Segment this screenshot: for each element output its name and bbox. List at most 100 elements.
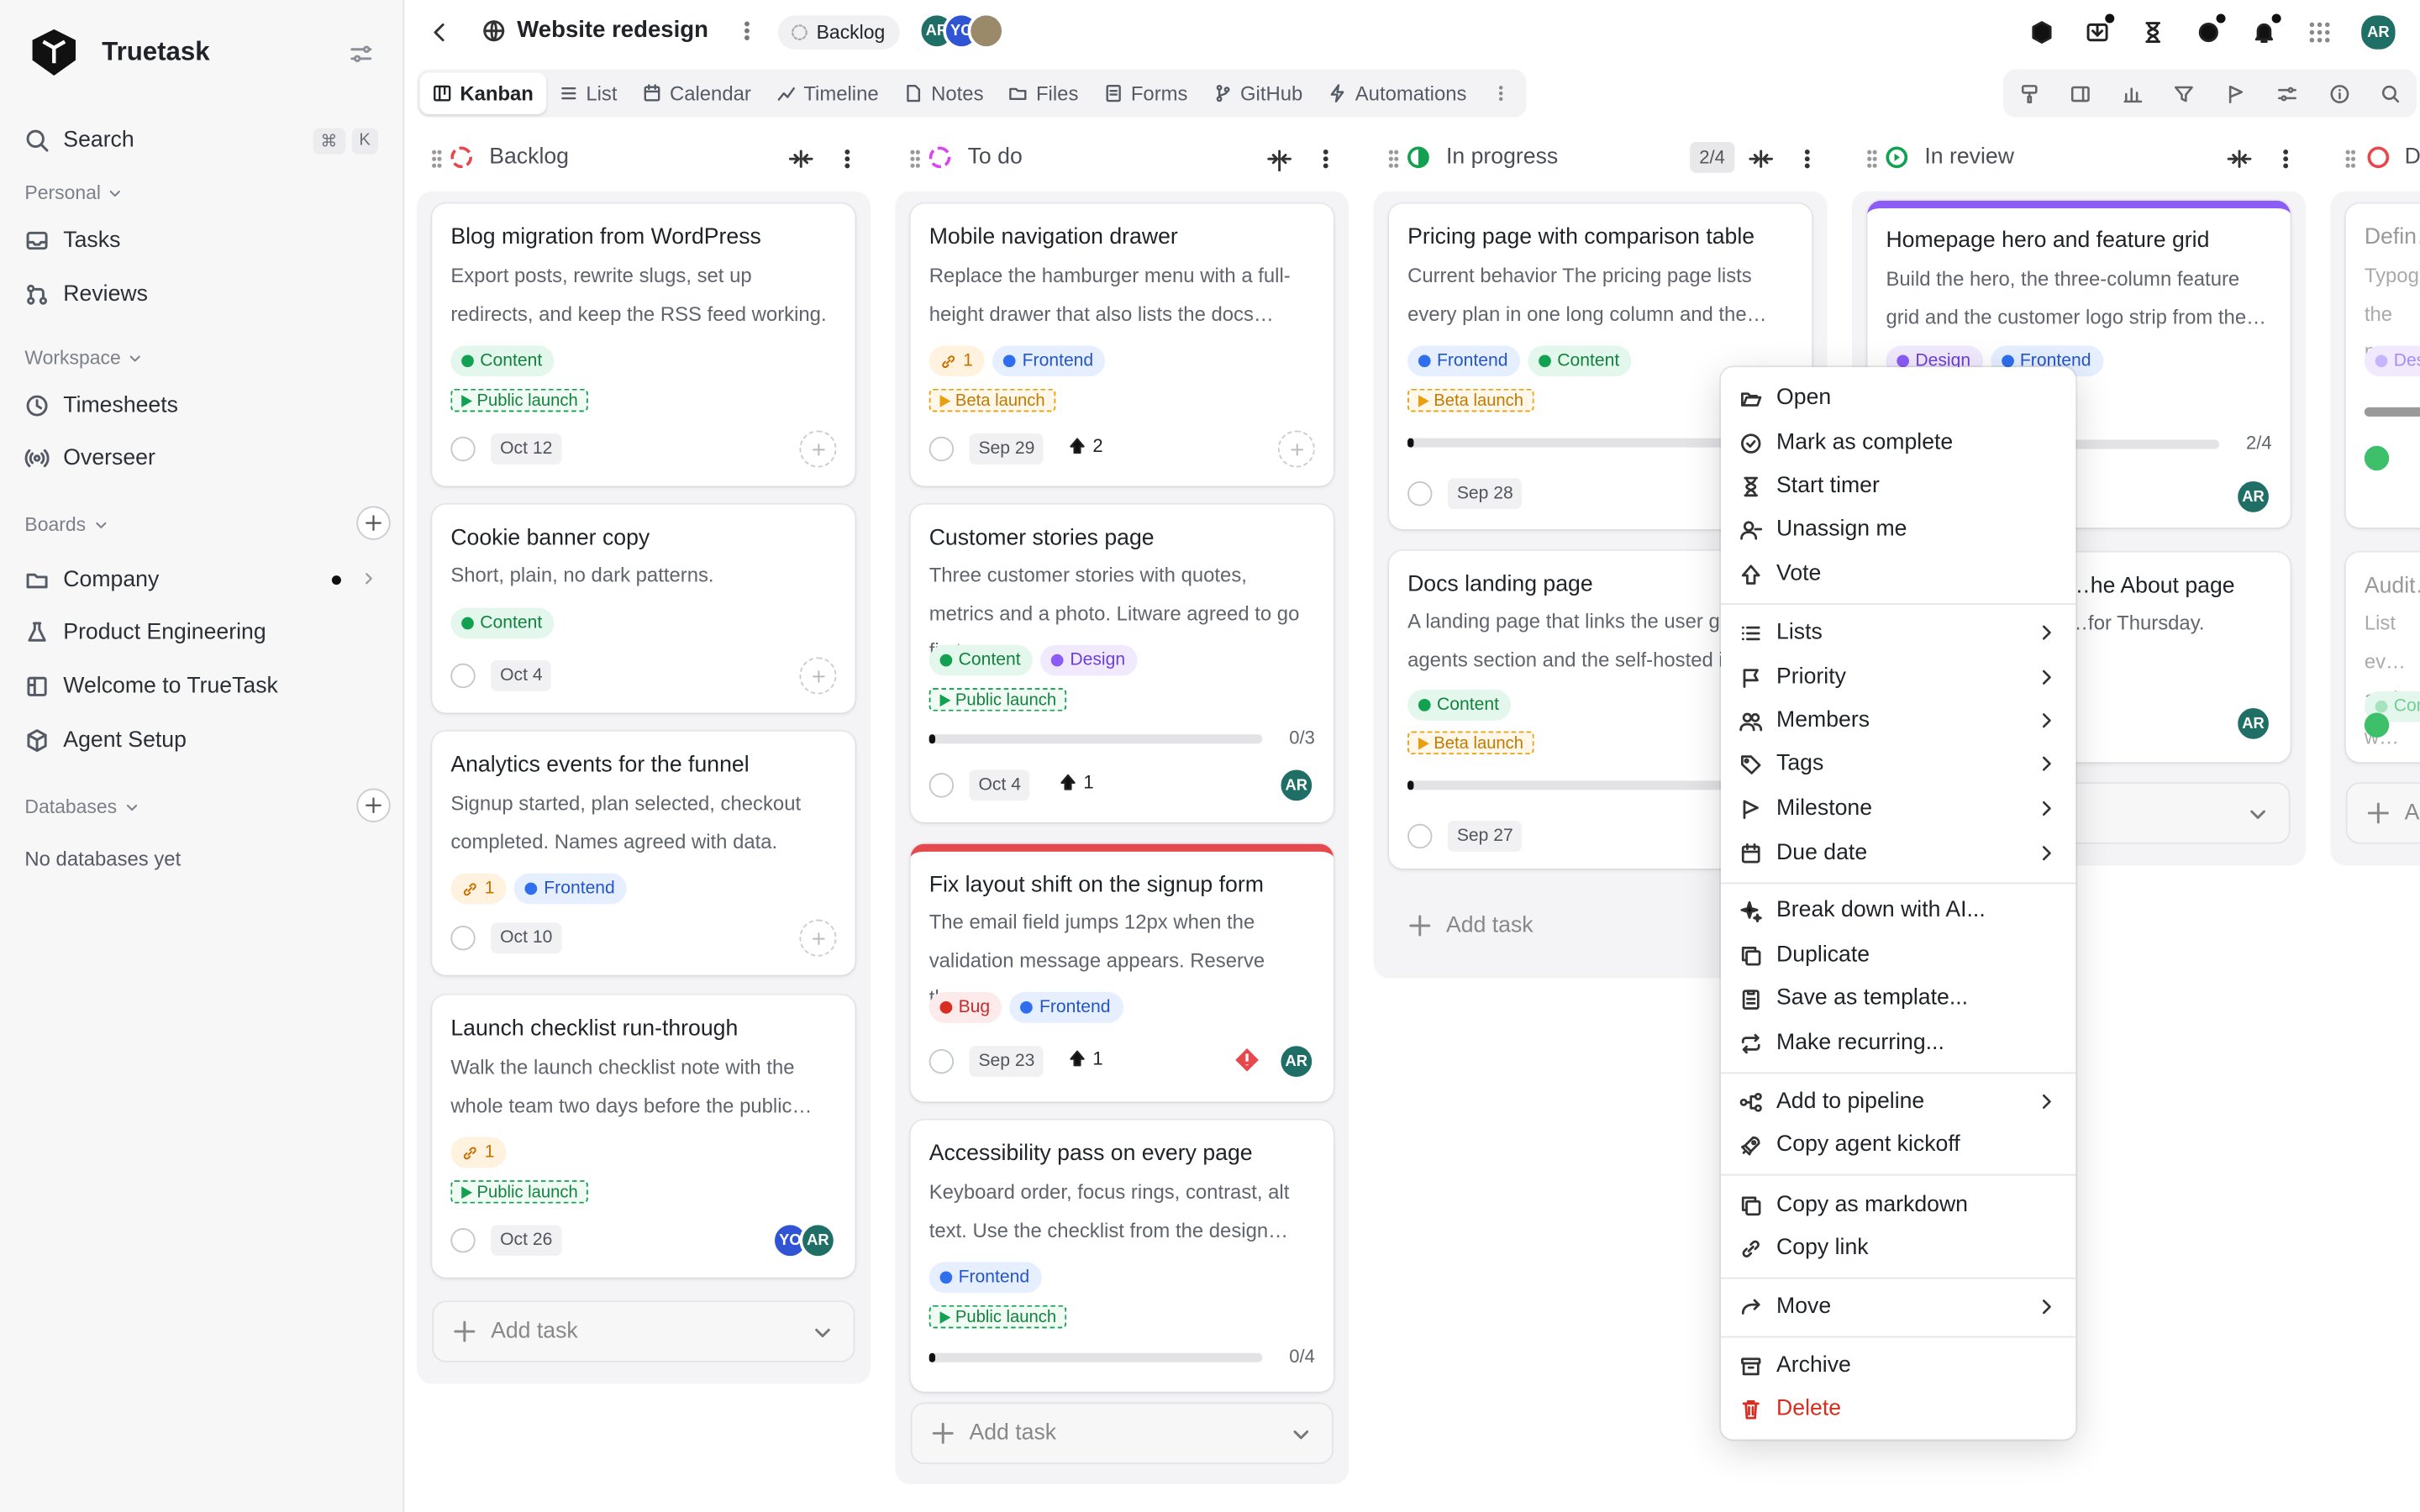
complete-checkbox[interactable]	[929, 1048, 955, 1074]
menu-item-copy-link[interactable]: Copy link	[1721, 1226, 2075, 1269]
sidebar-search[interactable]: Search ⌘ K	[24, 118, 378, 164]
assign-member-button[interactable]	[799, 430, 837, 468]
menu-item-archive[interactable]: Archive	[1721, 1344, 2075, 1387]
tag-frontend[interactable]: Frontend	[1407, 345, 1521, 377]
section-personal[interactable]: Personal	[24, 182, 124, 203]
task-card[interactable]: Blog migration from WordPress Export pos…	[432, 203, 855, 486]
inbox-tray-icon[interactable]	[2081, 13, 2115, 51]
column-more-icon[interactable]	[835, 146, 860, 171]
package-icon[interactable]	[2025, 14, 2059, 51]
drag-handle-icon[interactable]	[2339, 148, 2361, 170]
due-date[interactable]: Oct 4	[969, 769, 1030, 801]
milestone-badge[interactable]: Beta launch	[1407, 388, 1534, 412]
task-card[interactable]: Fix layout shift on the signup form The …	[910, 843, 1334, 1102]
due-date[interactable]: Sep 23	[969, 1046, 1044, 1078]
menu-item-delete[interactable]: Delete	[1721, 1387, 2075, 1430]
vote-count[interactable]: 2	[1068, 435, 1103, 457]
menu-item-move[interactable]: Move	[1721, 1285, 2075, 1328]
menu-item-break-down-ai[interactable]: Break down with AI...	[1721, 889, 2075, 932]
due-date[interactable]: Oct 26	[491, 1225, 562, 1257]
bell-icon[interactable]	[2247, 13, 2281, 51]
drag-handle-icon[interactable]	[904, 148, 926, 170]
tab-list[interactable]: List	[546, 72, 630, 114]
milestone-badge[interactable]: Beta launch	[1407, 731, 1534, 755]
milestone-badge[interactable]: Public launch	[929, 1305, 1067, 1329]
tab-files[interactable]: Files	[996, 72, 1091, 114]
menu-item-duplicate[interactable]: Duplicate	[1721, 933, 2075, 976]
tab-forms[interactable]: Forms	[1091, 72, 1200, 114]
menu-item-copy-agent-kickoff[interactable]: Copy agent kickoff	[1721, 1123, 2075, 1166]
tabs-more-icon[interactable]	[1479, 72, 1523, 114]
panel-icon[interactable]	[2070, 82, 2091, 104]
apps-grid-icon[interactable]	[2302, 14, 2336, 51]
flag-icon[interactable]	[2225, 82, 2247, 104]
due-date[interactable]: Sep 27	[1447, 821, 1523, 852]
user-avatar[interactable]: AR	[2358, 12, 2399, 53]
sidebar-item-company[interactable]: Company	[24, 557, 378, 603]
project-more-icon[interactable]	[734, 18, 759, 43]
milestone-badge[interactable]: Public launch	[929, 688, 1067, 711]
add-board-button[interactable]	[356, 506, 391, 540]
card-assignees[interactable]: AR	[1277, 1042, 1315, 1080]
tag-content[interactable]: Content	[929, 644, 1034, 676]
due-date[interactable]: Oct 12	[491, 433, 562, 465]
tag-design[interactable]: Design	[1040, 644, 1138, 676]
complete-checkbox[interactable]	[929, 773, 955, 798]
menu-item-unassign-me[interactable]: Unassign me	[1721, 507, 2075, 550]
completed-check-icon[interactable]	[2364, 712, 2390, 738]
sidebar-item-reviews[interactable]: Reviews	[24, 271, 378, 318]
task-card[interactable]: Customer stories page Three customer sto…	[910, 504, 1334, 822]
project-members[interactable]: AR YO	[918, 12, 1005, 50]
drag-handle-icon[interactable]	[1383, 148, 1405, 170]
menu-item-open[interactable]: Open	[1721, 376, 2075, 419]
milestone-badge[interactable]: Public launch	[450, 1180, 589, 1204]
menu-item-add-to-pipeline[interactable]: Add to pipeline	[1721, 1080, 2075, 1123]
back-icon[interactable]	[428, 20, 452, 45]
agent-icon[interactable]	[2191, 13, 2226, 51]
tag-frontend[interactable]: Frontend	[992, 345, 1106, 377]
complete-checkbox[interactable]	[450, 663, 476, 689]
complete-checkbox[interactable]	[929, 436, 955, 462]
sidebar-settings-icon[interactable]	[349, 42, 373, 66]
tab-github[interactable]: GitHub	[1200, 72, 1315, 114]
menu-item-vote[interactable]: Vote	[1721, 553, 2075, 596]
vote-count[interactable]: 1	[1059, 771, 1094, 793]
due-date[interactable]: Sep 28	[1447, 478, 1523, 510]
task-card[interactable]: Cookie banner copy Short, plain, no dark…	[432, 504, 855, 713]
sliders-icon[interactable]	[2277, 82, 2299, 104]
card-assignees[interactable]: AR	[2234, 705, 2272, 743]
sidebar-item-product-engineering[interactable]: Product Engineering	[24, 609, 378, 655]
tag-content[interactable]: Content	[1407, 690, 1512, 721]
tag-content[interactable]: Content	[450, 345, 555, 377]
add-task-button[interactable]: A…	[2345, 782, 2420, 844]
tag-frontend[interactable]: Frontend	[1010, 991, 1123, 1023]
section-boards[interactable]: Boards	[24, 514, 108, 535]
milestone-badge[interactable]: Public launch	[450, 388, 589, 412]
collapse-column-icon[interactable]	[788, 146, 813, 171]
menu-item-priority[interactable]: Priority	[1721, 656, 2075, 699]
completed-check-icon[interactable]	[2364, 445, 2390, 471]
menu-item-mark-complete[interactable]: Mark as complete	[1721, 421, 2075, 464]
milestone-badge[interactable]: Beta launch	[929, 388, 1056, 412]
vote-count[interactable]: 1	[1068, 1047, 1103, 1069]
column-more-icon[interactable]	[1313, 146, 1338, 171]
add-task-button[interactable]: Add task	[432, 1300, 855, 1362]
complete-checkbox[interactable]	[1407, 481, 1433, 507]
tab-automations[interactable]: Automations	[1315, 72, 1479, 114]
section-databases[interactable]: Databases	[24, 796, 139, 817]
complete-checkbox[interactable]	[450, 436, 476, 462]
menu-item-tags[interactable]: Tags	[1721, 742, 2075, 785]
menu-item-make-recurring[interactable]: Make recurring...	[1721, 1021, 2075, 1064]
section-workspace[interactable]: Workspace	[24, 347, 144, 369]
collapse-column-icon[interactable]	[1749, 146, 1774, 171]
task-card[interactable]: Defin… Typog… the ne… Des…	[2345, 203, 2420, 528]
due-date[interactable]: Oct 10	[491, 922, 562, 954]
assign-member-button[interactable]	[1277, 430, 1315, 468]
project-title[interactable]: Website redesign	[517, 17, 708, 43]
task-card[interactable]: Analytics events for the funnel Signup s…	[432, 731, 855, 975]
add-database-button[interactable]	[356, 788, 391, 822]
linked-tasks-badge[interactable]: 1	[450, 1137, 508, 1168]
sidebar-item-tasks[interactable]: Tasks	[24, 218, 378, 264]
tab-timeline[interactable]: Timeline	[764, 72, 892, 114]
due-date[interactable]: Sep 29	[969, 433, 1044, 465]
